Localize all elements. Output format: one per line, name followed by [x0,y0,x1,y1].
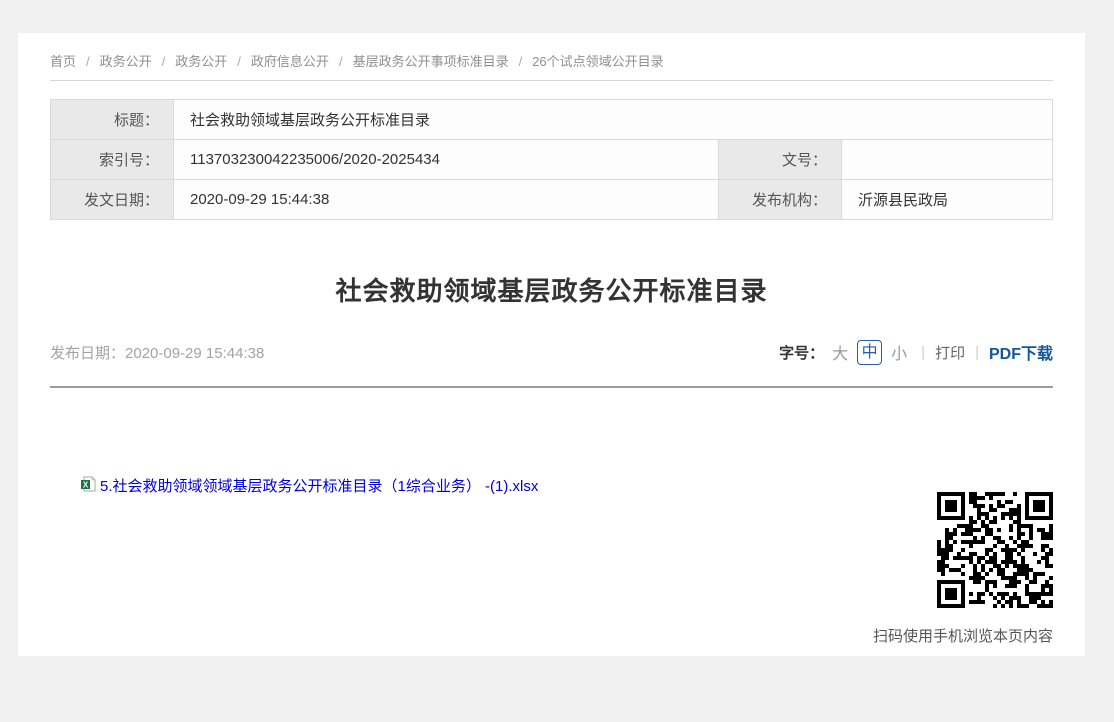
title-label: 标题： [51,100,174,140]
index-number-label: 索引号： [51,140,174,180]
issue-date-value: 2020-09-29 15:44:38 [174,180,719,220]
attachment-row: X 5.社会救助领域领域基层政务公开标准目录（1综合业务） -(1).xlsx [80,475,538,496]
article-meta-row: 发布日期：2020-09-29 15:44:38 字号： 大 中 小 | 打印 … [50,339,1053,365]
breadcrumb-separator: / [339,54,343,69]
breadcrumb-separator: / [86,54,90,69]
font-size-label: 字号： [779,342,824,363]
breadcrumb-item-home[interactable]: 首页 [50,54,76,69]
lower-content: X 5.社会救助领域领域基层政务公开标准目录（1综合业务） -(1).xlsx … [50,388,1053,646]
breadcrumb-item-zhengwu-2[interactable]: 政务公开 [175,54,227,69]
qr-panel: 扫码使用手机浏览本页内容 [873,492,1053,646]
qr-code [937,492,1053,608]
agency-value: 沂源县民政局 [842,180,1053,220]
issue-date-label: 发文日期： [51,180,174,220]
font-size-small-button[interactable]: 小 [891,340,907,364]
publish-date: 发布日期：2020-09-29 15:44:38 [50,342,264,363]
breadcrumb-divider [50,80,1053,81]
toolbar: 字号： 大 中 小 | 打印 | PDF下载 [779,340,1053,365]
page-title: 社会救助领域基层政务公开标准目录 [50,271,1053,308]
breadcrumb-item-pilot-areas[interactable]: 26个试点领域公开目录 [532,54,663,69]
publish-date-label: 发布日期： [50,345,125,362]
font-size-medium-button[interactable]: 中 [857,340,882,365]
content-card: 首页 / 政务公开 / 政务公开 / 政府信息公开 / 基层政务公开事项标准目录 / 26个试点领域… [18,33,1085,656]
attachment-link[interactable]: 5.社会救助领域领域基层政务公开标准目录（1综合业务） -(1).xlsx [100,475,538,496]
index-number-value: 113703230042235006/2020-2025434 [174,140,719,180]
print-button[interactable]: 打印 [935,342,965,363]
breadcrumb-separator: / [237,54,241,69]
toolbar-divider: | [921,344,925,361]
title-value: 社会救助领域基层政务公开标准目录 [174,100,1053,140]
qr-caption: 扫码使用手机浏览本页内容 [873,625,1053,646]
excel-file-icon: X [80,476,96,496]
publish-date-value: 2020-09-29 15:44:38 [125,345,264,362]
meta-table: 标题： 社会救助领域基层政务公开标准目录 索引号： 11370323004223… [50,99,1053,220]
doc-number-label: 文号： [719,140,842,180]
table-row: 标题： 社会救助领域基层政务公开标准目录 [51,100,1053,140]
breadcrumb-item-standard-catalog[interactable]: 基层政务公开事项标准目录 [353,54,509,69]
breadcrumb-item-zhengwu-1[interactable]: 政务公开 [100,54,152,69]
svg-text:X: X [83,480,89,489]
pdf-download-button[interactable]: PDF下载 [989,340,1053,364]
breadcrumb: 首页 / 政务公开 / 政务公开 / 政府信息公开 / 基层政务公开事项标准目录 / 26个试点领域… [50,51,1053,70]
breadcrumb-separator: / [162,54,166,69]
table-row: 发文日期： 2020-09-29 15:44:38 发布机构： 沂源县民政局 [51,180,1053,220]
doc-number-value [842,140,1053,180]
breadcrumb-separator: / [519,54,523,69]
font-size-large-button[interactable]: 大 [832,340,848,364]
toolbar-divider: | [975,344,979,361]
table-row: 索引号： 113703230042235006/2020-2025434 文号： [51,140,1053,180]
breadcrumb-item-gov-info[interactable]: 政府信息公开 [251,54,329,69]
agency-label: 发布机构： [719,180,842,220]
